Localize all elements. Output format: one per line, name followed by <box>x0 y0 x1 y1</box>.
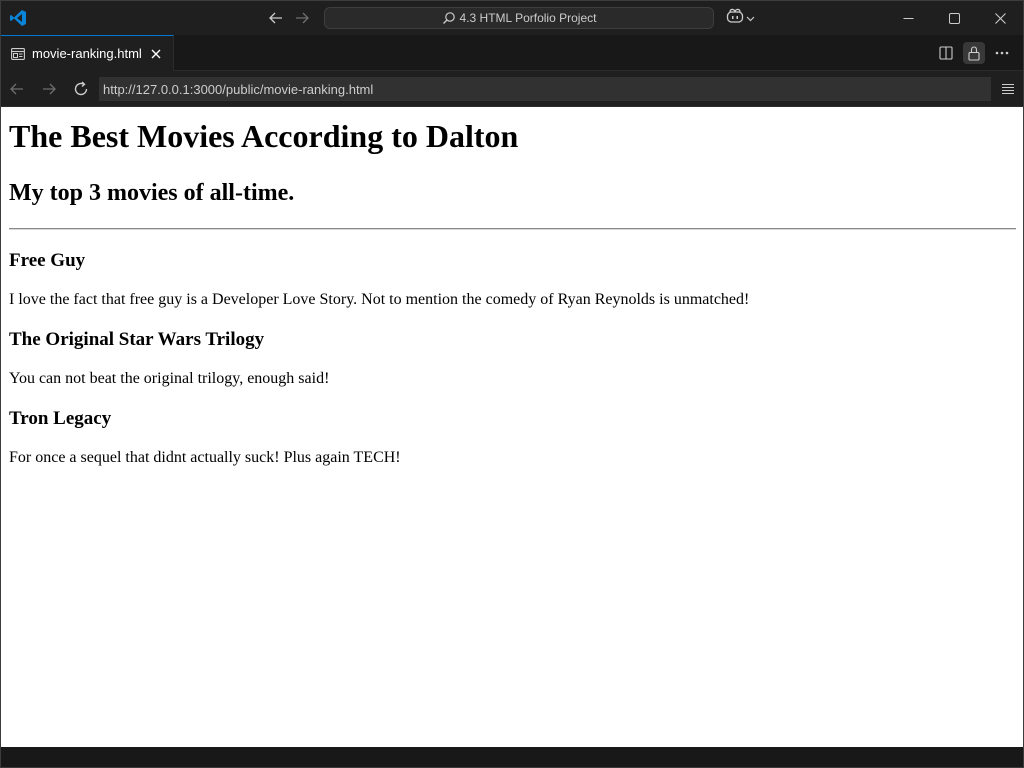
preview-icon <box>11 47 25 60</box>
title-bar: 4.3 HTML Porfolio Project <box>1 1 1023 35</box>
arrow-right-icon[interactable] <box>293 9 311 27</box>
vscode-icon[interactable] <box>9 9 27 27</box>
copilot-icon <box>726 8 744 29</box>
web-page-content: The Best Movies According to Dalton My t… <box>1 107 1023 747</box>
arrow-right-icon[interactable] <box>39 79 59 99</box>
close-icon[interactable] <box>977 1 1023 35</box>
movie-title: Tron Legacy <box>9 408 112 429</box>
movie-description: I love the fact that free guy is a Devel… <box>9 291 750 308</box>
browser-toolbar <box>1 71 1023 107</box>
command-center-label: 4.3 HTML Porfolio Project <box>459 11 597 25</box>
movie-title: Free Guy <box>9 250 86 271</box>
tab-label: movie-ranking.html <box>32 46 142 61</box>
command-center[interactable]: 4.3 HTML Porfolio Project <box>324 7 714 29</box>
arrow-left-icon[interactable] <box>7 79 27 99</box>
lock-icon[interactable] <box>963 42 985 64</box>
search-icon <box>442 11 456 25</box>
url-input[interactable] <box>99 77 991 101</box>
page-title: The Best Movies According to Dalton <box>9 118 519 154</box>
menu-icon[interactable] <box>998 79 1018 99</box>
split-editor-icon[interactable] <box>935 42 957 64</box>
minimize-icon[interactable] <box>885 1 931 35</box>
movie-description: You can not beat the original trilogy, e… <box>9 370 330 387</box>
reload-icon[interactable] <box>71 79 91 99</box>
maximize-icon[interactable] <box>931 1 977 35</box>
page-subtitle: My top 3 movies of all-time. <box>9 180 295 206</box>
vscode-window: 4.3 HTML Porfolio Project movie-ranking.… <box>0 0 1024 768</box>
movie-description: For once a sequel that didnt actually su… <box>9 449 401 466</box>
copilot-button[interactable] <box>726 8 760 29</box>
tab-movie-ranking[interactable]: movie-ranking.html <box>1 35 174 71</box>
divider <box>9 228 1016 230</box>
editor-actions <box>935 42 1013 64</box>
more-icon[interactable] <box>991 42 1013 64</box>
editor-tab-bar: movie-ranking.html <box>1 35 1023 71</box>
movie-title: The Original Star Wars Trilogy <box>9 329 265 350</box>
chevron-down-icon <box>746 9 755 27</box>
close-icon[interactable] <box>151 49 161 59</box>
arrow-left-icon[interactable] <box>267 9 285 27</box>
status-bar <box>1 747 1023 767</box>
